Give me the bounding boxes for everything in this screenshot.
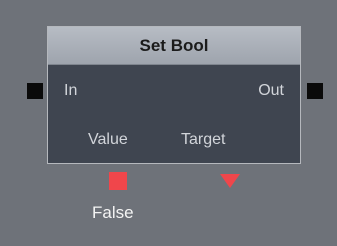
exec-out-port[interactable] xyxy=(307,83,323,99)
node-title: Set Bool xyxy=(139,35,209,55)
value-port-label: Value xyxy=(88,131,128,148)
exec-in-port[interactable] xyxy=(27,83,43,99)
target-port-label: Target xyxy=(181,131,226,148)
target-input-port[interactable] xyxy=(220,174,240,188)
value-input-port[interactable] xyxy=(109,172,127,190)
value-default-text[interactable]: False xyxy=(92,203,134,223)
set-bool-node[interactable]: Set Bool In Out Value Target xyxy=(47,26,301,164)
out-port-label: Out xyxy=(258,82,284,99)
node-header[interactable]: Set Bool xyxy=(48,27,300,65)
in-port-label: In xyxy=(64,82,78,99)
